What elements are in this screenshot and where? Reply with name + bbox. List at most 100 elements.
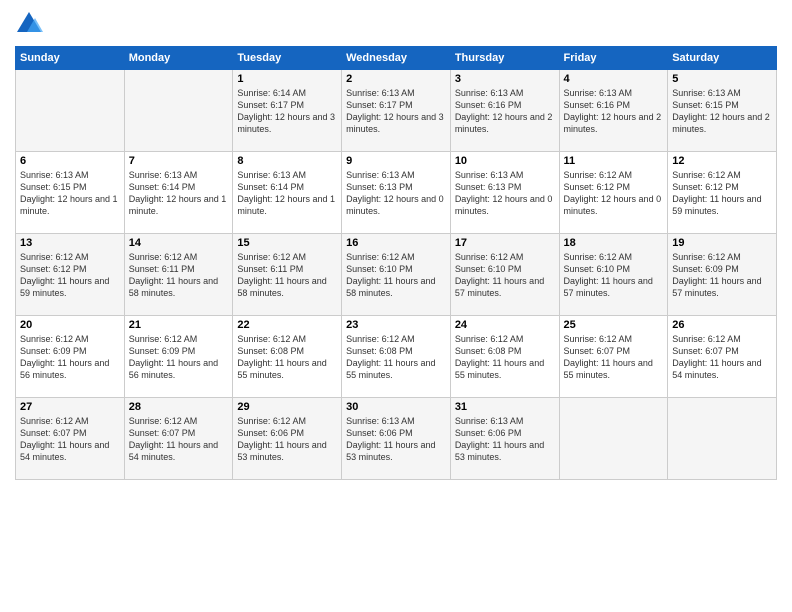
cell-details: Sunrise: 6:12 AM Sunset: 6:10 PM Dayligh… xyxy=(455,251,555,300)
cell-details: Sunrise: 6:13 AM Sunset: 6:13 PM Dayligh… xyxy=(455,169,555,218)
day-number: 5 xyxy=(672,73,772,85)
day-number: 2 xyxy=(346,73,446,85)
cell-details: Sunrise: 6:12 AM Sunset: 6:10 PM Dayligh… xyxy=(564,251,664,300)
calendar-cell: 29 Sunrise: 6:12 AM Sunset: 6:06 PM Dayli… xyxy=(233,398,342,480)
day-number: 17 xyxy=(455,237,555,249)
day-number: 21 xyxy=(129,319,229,331)
weekday-header: Wednesday xyxy=(342,47,451,70)
calendar-cell: 14 Sunrise: 6:12 AM Sunset: 6:11 PM Dayli… xyxy=(124,234,233,316)
calendar-cell: 2 Sunrise: 6:13 AM Sunset: 6:17 PM Daylig… xyxy=(342,70,451,152)
cell-details: Sunrise: 6:12 AM Sunset: 6:07 PM Dayligh… xyxy=(129,415,229,464)
calendar-cell: 15 Sunrise: 6:12 AM Sunset: 6:11 PM Dayli… xyxy=(233,234,342,316)
calendar-cell: 24 Sunrise: 6:12 AM Sunset: 6:08 PM Dayli… xyxy=(450,316,559,398)
day-number: 27 xyxy=(20,401,120,413)
calendar-cell xyxy=(124,70,233,152)
calendar-cell: 22 Sunrise: 6:12 AM Sunset: 6:08 PM Dayli… xyxy=(233,316,342,398)
day-number: 26 xyxy=(672,319,772,331)
day-number: 9 xyxy=(346,155,446,167)
calendar-cell: 10 Sunrise: 6:13 AM Sunset: 6:13 PM Dayli… xyxy=(450,152,559,234)
day-number: 29 xyxy=(237,401,337,413)
cell-details: Sunrise: 6:13 AM Sunset: 6:15 PM Dayligh… xyxy=(672,87,772,136)
weekday-header: Saturday xyxy=(668,47,777,70)
calendar-cell: 1 Sunrise: 6:14 AM Sunset: 6:17 PM Daylig… xyxy=(233,70,342,152)
calendar-cell: 7 Sunrise: 6:13 AM Sunset: 6:14 PM Daylig… xyxy=(124,152,233,234)
calendar-cell: 3 Sunrise: 6:13 AM Sunset: 6:16 PM Daylig… xyxy=(450,70,559,152)
day-number: 15 xyxy=(237,237,337,249)
calendar-cell: 17 Sunrise: 6:12 AM Sunset: 6:10 PM Dayli… xyxy=(450,234,559,316)
cell-details: Sunrise: 6:12 AM Sunset: 6:09 PM Dayligh… xyxy=(129,333,229,382)
weekday-header: Friday xyxy=(559,47,668,70)
cell-details: Sunrise: 6:13 AM Sunset: 6:16 PM Dayligh… xyxy=(564,87,664,136)
calendar-cell: 5 Sunrise: 6:13 AM Sunset: 6:15 PM Daylig… xyxy=(668,70,777,152)
cell-details: Sunrise: 6:13 AM Sunset: 6:06 PM Dayligh… xyxy=(455,415,555,464)
day-number: 28 xyxy=(129,401,229,413)
weekday-header: Sunday xyxy=(16,47,125,70)
cell-details: Sunrise: 6:13 AM Sunset: 6:14 PM Dayligh… xyxy=(129,169,229,218)
calendar-cell: 4Sunrise: 6:13 AM Sunset: 6:16 PM Daylig… xyxy=(559,70,668,152)
calendar-cell: 19 Sunrise: 6:12 AM Sunset: 6:09 PM Dayli… xyxy=(668,234,777,316)
page: SundayMondayTuesdayWednesdayThursdayFrid… xyxy=(0,0,792,612)
day-number: 19 xyxy=(672,237,772,249)
cell-details: Sunrise: 6:12 AM Sunset: 6:11 PM Dayligh… xyxy=(237,251,337,300)
calendar-cell: 28 Sunrise: 6:12 AM Sunset: 6:07 PM Dayli… xyxy=(124,398,233,480)
header xyxy=(15,10,777,38)
cell-details: Sunrise: 6:12 AM Sunset: 6:11 PM Dayligh… xyxy=(129,251,229,300)
calendar-cell: 8 Sunrise: 6:13 AM Sunset: 6:14 PM Daylig… xyxy=(233,152,342,234)
calendar-week-row: 27 Sunrise: 6:12 AM Sunset: 6:07 PM Dayli… xyxy=(16,398,777,480)
day-number: 20 xyxy=(20,319,120,331)
weekday-header: Monday xyxy=(124,47,233,70)
calendar-cell xyxy=(559,398,668,480)
calendar-week-row: 13 Sunrise: 6:12 AM Sunset: 6:12 PM Dayli… xyxy=(16,234,777,316)
cell-details: Sunrise: 6:12 AM Sunset: 6:09 PM Dayligh… xyxy=(672,251,772,300)
calendar-cell: 23Sunrise: 6:12 AM Sunset: 6:08 PM Dayli… xyxy=(342,316,451,398)
cell-details: Sunrise: 6:12 AM Sunset: 6:09 PM Dayligh… xyxy=(20,333,120,382)
day-number: 14 xyxy=(129,237,229,249)
day-number: 3 xyxy=(455,73,555,85)
cell-details: Sunrise: 6:13 AM Sunset: 6:16 PM Dayligh… xyxy=(455,87,555,136)
day-number: 10 xyxy=(455,155,555,167)
day-number: 7 xyxy=(129,155,229,167)
cell-details: Sunrise: 6:12 AM Sunset: 6:10 PM Dayligh… xyxy=(346,251,446,300)
cell-details: Sunrise: 6:12 AM Sunset: 6:12 PM Dayligh… xyxy=(564,169,664,218)
day-number: 31 xyxy=(455,401,555,413)
cell-details: Sunrise: 6:12 AM Sunset: 6:06 PM Dayligh… xyxy=(237,415,337,464)
cell-details: Sunrise: 6:13 AM Sunset: 6:14 PM Dayligh… xyxy=(237,169,337,218)
calendar-cell: 18Sunrise: 6:12 AM Sunset: 6:10 PM Dayli… xyxy=(559,234,668,316)
cell-details: Sunrise: 6:13 AM Sunset: 6:13 PM Dayligh… xyxy=(346,169,446,218)
day-number: 6 xyxy=(20,155,120,167)
calendar-cell: 31 Sunrise: 6:13 AM Sunset: 6:06 PM Dayli… xyxy=(450,398,559,480)
day-number: 22 xyxy=(237,319,337,331)
calendar-cell: 6Sunrise: 6:13 AM Sunset: 6:15 PM Daylig… xyxy=(16,152,125,234)
cell-details: Sunrise: 6:12 AM Sunset: 6:07 PM Dayligh… xyxy=(672,333,772,382)
cell-details: Sunrise: 6:13 AM Sunset: 6:17 PM Dayligh… xyxy=(346,87,446,136)
day-number: 11 xyxy=(564,155,664,167)
day-number: 13 xyxy=(20,237,120,249)
logo-icon xyxy=(15,10,43,38)
calendar-cell: 13 Sunrise: 6:12 AM Sunset: 6:12 PM Dayli… xyxy=(16,234,125,316)
day-number: 8 xyxy=(237,155,337,167)
day-number: 12 xyxy=(672,155,772,167)
calendar-cell: 9 Sunrise: 6:13 AM Sunset: 6:13 PM Daylig… xyxy=(342,152,451,234)
cell-details: Sunrise: 6:14 AM Sunset: 6:17 PM Dayligh… xyxy=(237,87,337,136)
calendar-cell: 21 Sunrise: 6:12 AM Sunset: 6:09 PM Dayli… xyxy=(124,316,233,398)
calendar-cell: 30Sunrise: 6:13 AM Sunset: 6:06 PM Dayli… xyxy=(342,398,451,480)
calendar-cell xyxy=(668,398,777,480)
calendar-cell: 27 Sunrise: 6:12 AM Sunset: 6:07 PM Dayli… xyxy=(16,398,125,480)
calendar-cell: 12Sunrise: 6:12 AM Sunset: 6:12 PM Dayli… xyxy=(668,152,777,234)
cell-details: Sunrise: 6:12 AM Sunset: 6:08 PM Dayligh… xyxy=(237,333,337,382)
calendar-week-row: 20 Sunrise: 6:12 AM Sunset: 6:09 PM Dayli… xyxy=(16,316,777,398)
day-number: 16 xyxy=(346,237,446,249)
day-number: 24 xyxy=(455,319,555,331)
calendar-week-row: 6Sunrise: 6:13 AM Sunset: 6:15 PM Daylig… xyxy=(16,152,777,234)
calendar-cell: 20 Sunrise: 6:12 AM Sunset: 6:09 PM Dayli… xyxy=(16,316,125,398)
calendar-table: SundayMondayTuesdayWednesdayThursdayFrid… xyxy=(15,46,777,480)
cell-details: Sunrise: 6:12 AM Sunset: 6:08 PM Dayligh… xyxy=(455,333,555,382)
cell-details: Sunrise: 6:12 AM Sunset: 6:08 PM Dayligh… xyxy=(346,333,446,382)
calendar-cell xyxy=(16,70,125,152)
cell-details: Sunrise: 6:12 AM Sunset: 6:12 PM Dayligh… xyxy=(20,251,120,300)
calendar-header-row: SundayMondayTuesdayWednesdayThursdayFrid… xyxy=(16,47,777,70)
day-number: 1 xyxy=(237,73,337,85)
day-number: 30 xyxy=(346,401,446,413)
weekday-header: Tuesday xyxy=(233,47,342,70)
cell-details: Sunrise: 6:12 AM Sunset: 6:07 PM Dayligh… xyxy=(20,415,120,464)
